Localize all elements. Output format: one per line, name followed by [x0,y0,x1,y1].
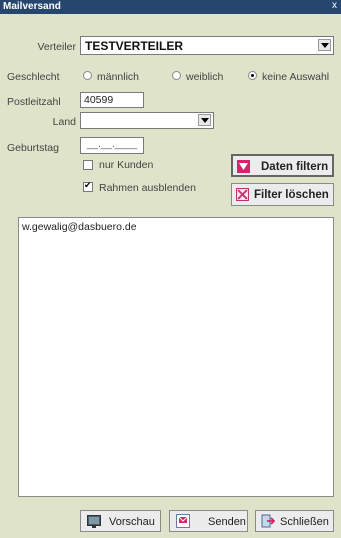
window-title: Mailversand [3,1,61,12]
schliessen-label: Schließen [280,516,329,528]
land-select[interactable] [80,112,214,129]
close-icon[interactable]: x [332,0,337,11]
preview-icon [87,515,101,528]
filter-icon [237,160,250,173]
radio-maennlich[interactable] [83,71,92,80]
filter-loeschen-label: Filter löschen [254,189,329,201]
exit-icon [261,514,275,528]
radio-keine-auswahl-label: keine Auswahl [262,71,330,83]
land-label: Land [52,116,76,128]
postleitzahl-label: Postleitzahl [7,96,61,108]
radio-weiblich[interactable] [172,71,181,80]
chevron-down-icon[interactable] [318,39,331,51]
nur-kunden-label: nur Kunden [99,159,154,171]
verteiler-label: Verteiler [37,41,76,53]
vorschau-button[interactable]: Vorschau [80,510,161,532]
geburtstag-label: Geburtstag [7,142,59,154]
schliessen-button[interactable]: Schließen [255,510,334,532]
postleitzahl-value: 40599 [84,94,114,106]
daten-filtern-label: Daten filtern [261,161,329,173]
geschlecht-label: Geschlecht [7,71,60,83]
nur-kunden-checkbox[interactable] [83,160,93,170]
chevron-down-icon[interactable] [198,114,211,126]
rahmen-label: Rahmen ausblenden [99,182,196,194]
filter-loeschen-button[interactable]: Filter löschen [231,183,334,206]
radio-weiblich-label: weiblich [186,71,224,83]
title-bar: Mailversand x [0,0,341,14]
recipient-list[interactable]: w.gewalig@dasbuero.de [18,217,334,497]
geburtstag-input[interactable]: __.__.____ [80,137,144,154]
radio-maennlich-label: männlich [97,71,140,83]
senden-label: Senden [208,516,246,528]
send-icon [176,514,190,528]
radio-keine-auswahl[interactable] [248,71,257,80]
geburtstag-value: __.__.____ [87,139,138,150]
senden-button[interactable]: Senden [169,510,248,532]
vorschau-label: Vorschau [109,516,155,528]
daten-filtern-button[interactable]: Daten filtern [231,154,334,177]
list-item[interactable]: w.gewalig@dasbuero.de [22,221,137,233]
clear-filter-icon [236,188,249,201]
postleitzahl-input[interactable]: 40599 [80,92,144,108]
rahmen-checkbox[interactable] [83,180,93,192]
verteiler-select[interactable]: TESTVERTEILER [80,36,334,55]
verteiler-value: TESTVERTEILER [85,39,184,53]
